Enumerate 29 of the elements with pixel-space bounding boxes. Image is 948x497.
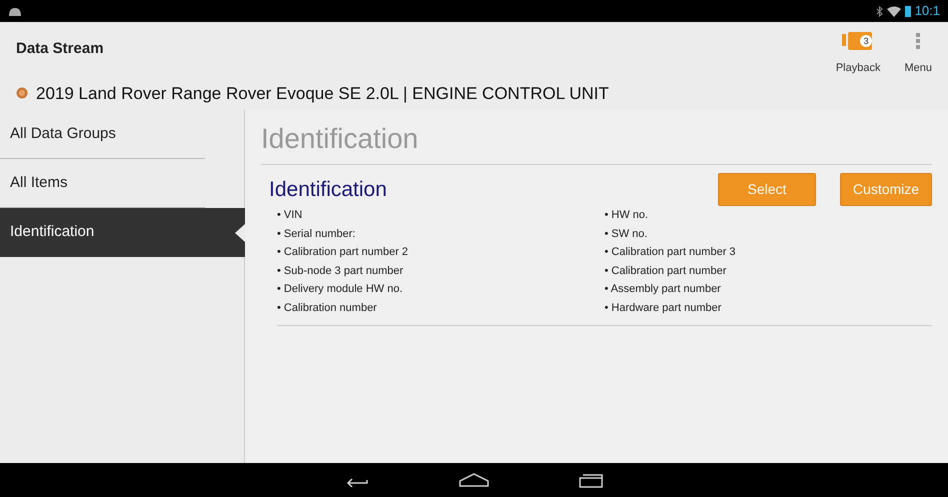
menu-button[interactable]: Menu [904,30,932,76]
clock-time: 10:1 [914,2,940,20]
bluetooth-icon [876,6,883,16]
list-item: • Calibration part number 2 [277,245,410,260]
list-item: • Assembly part number [604,282,722,297]
list-item: • SW no. [604,226,648,242]
list-item: • Calibration part number [604,264,728,278]
list-item: • Hardware part number [604,300,722,316]
menu-icon [916,32,920,50]
list-item: • Sub-node 3 part number [277,264,404,278]
screen-title: Data Stream [16,39,104,59]
list-item: • Serial number: [277,226,356,242]
list-item: • Calibration number [277,300,378,316]
sidebar-item[interactable]: All Data Groups [0,110,205,159]
battery-icon [904,5,911,17]
group-title: Identification [269,176,387,203]
list-item: • Calibration part number 3 [604,245,737,260]
wifi-icon [886,6,901,16]
page-title: Identification [261,110,932,165]
list-item: • Delivery module HW no. [277,282,404,297]
recent-apps-icon[interactable] [579,472,603,488]
list-item: • VIN [277,208,304,223]
playback-button[interactable]: 3 Playback [836,30,880,76]
vehicle-description: 2019 Land Rover Range Rover Evoque SE 2.0L | ENGINE CONTROL UNIT [36,82,609,105]
sidebar-item[interactable]: Identification [0,208,245,257]
status-dot-icon [16,87,28,100]
list-item: • HW no. [604,208,650,223]
home-icon[interactable] [459,473,489,487]
android-icon [8,6,22,16]
